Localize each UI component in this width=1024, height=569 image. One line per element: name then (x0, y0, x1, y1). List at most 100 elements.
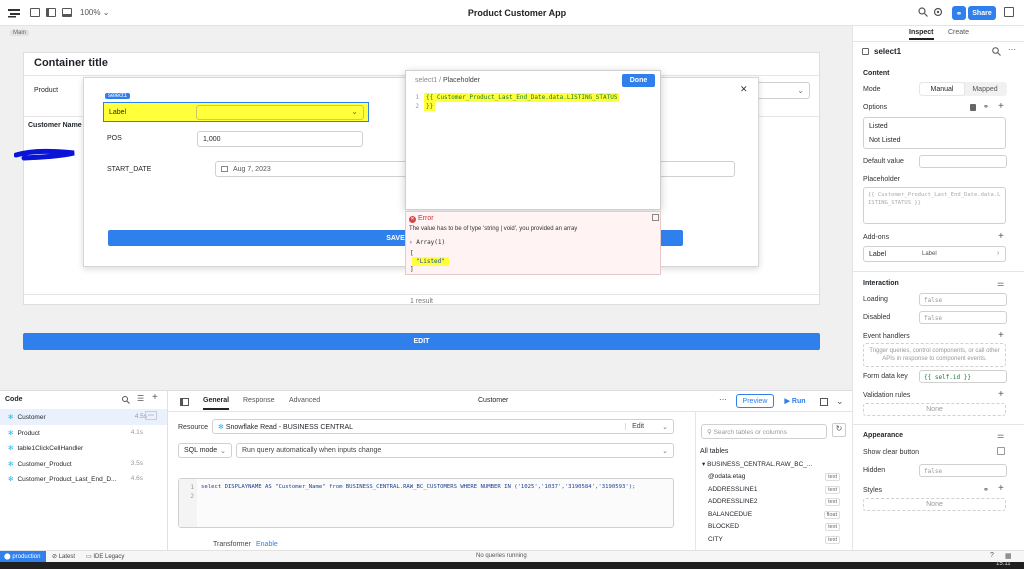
code-add-icon[interactable]: + (152, 392, 158, 403)
editor-line-2[interactable]: }} (424, 102, 436, 111)
column-row[interactable]: ADDRESSLINE2 text (696, 497, 853, 510)
event-handlers-add-icon[interactable]: + (998, 330, 1004, 341)
column-row[interactable]: @odata.etag text (696, 472, 853, 485)
column-list: @odata.etag text ADDRESSLINE1 text ADDRESSLI… (696, 472, 853, 547)
tab-response[interactable]: Response (243, 397, 275, 404)
panel-left-icon[interactable] (46, 8, 56, 17)
default-value-input[interactable] (919, 155, 1007, 168)
mode-select[interactable]: SQL mode ⌄ (178, 443, 232, 458)
sql-code[interactable]: select DISPLAYNAME AS "Customer_Name" fr… (201, 483, 635, 492)
validation-add-icon[interactable]: + (998, 389, 1004, 400)
addon-row[interactable]: Label Label › (863, 246, 1006, 262)
pos-input[interactable]: 1,000 (197, 131, 363, 147)
latest-tag[interactable]: ⊘ Latest (52, 553, 75, 560)
options-add-icon[interactable]: + (998, 101, 1004, 112)
gear-icon[interactable] (933, 7, 943, 17)
filter-icon[interactable]: ☰ (137, 394, 144, 403)
array-label[interactable]: › Array(1) (409, 239, 445, 246)
tab-general[interactable]: General (203, 397, 230, 410)
styles-link-icon[interactable]: ⚭ (983, 486, 989, 494)
edit-button[interactable]: EDIT (23, 333, 820, 350)
tables-search-input[interactable]: ⚲ Search tables or columns (701, 424, 827, 439)
validation-value[interactable]: None (863, 403, 1006, 416)
mode-mapped[interactable]: Mapped (964, 83, 1006, 95)
customer-name-header[interactable]: Customer Name (28, 122, 82, 129)
tab-advanced[interactable]: Advanced (289, 397, 320, 404)
option-item[interactable]: Listed (869, 123, 888, 130)
clock: 15:11 (996, 561, 1011, 567)
refresh-icon[interactable]: ↻ (832, 423, 846, 437)
inspector-tab-inspect[interactable]: Inspect (909, 29, 934, 40)
options-link-icon[interactable]: ⚭ (983, 103, 989, 111)
menu-icon[interactable] (8, 8, 20, 18)
query-name[interactable]: Customer (478, 397, 508, 404)
query-sidebar-icon[interactable] (180, 398, 189, 406)
more-icon[interactable] (1004, 7, 1014, 17)
link-button[interactable]: ⚭ (952, 6, 966, 20)
styles-value[interactable]: None (863, 498, 1006, 511)
inspector-more-icon[interactable]: ⋯ (1008, 45, 1016, 54)
zoom-level[interactable]: 100% ⌄ (80, 8, 109, 17)
options-trash-icon[interactable] (970, 104, 976, 111)
chevron-down-icon: ⌄ (220, 448, 226, 455)
disabled-input[interactable]: false (919, 311, 1007, 324)
share-button[interactable]: Share (968, 6, 996, 20)
interaction-settings-icon[interactable]: ⚌ (997, 279, 1004, 288)
code-list-item[interactable]: ✻ Customer 4.5s ⋯ (0, 409, 167, 425)
query-more-icon[interactable]: ⋯ (719, 395, 727, 404)
ide-legacy[interactable]: ▭ IDE Legacy (86, 553, 124, 560)
addons-label: Add-ons (863, 234, 890, 241)
run-mode-select[interactable]: Run query automatically when inputs chan… (236, 443, 674, 458)
code-list-item[interactable]: ✻ Customer_Product 3.5s (0, 456, 167, 472)
inspector-search-icon[interactable] (992, 47, 1001, 56)
column-row[interactable]: BALANCEDUE float (696, 510, 853, 523)
addons-add-icon[interactable]: + (998, 231, 1004, 242)
modal-close-icon[interactable]: ✕ (740, 84, 748, 95)
resource-select[interactable]: ✻ Snowflake Read - BUSINESS CENTRAL ⌄ Ed… (212, 419, 674, 434)
table-name[interactable]: ▾ BUSINESS_CENTRAL.RAW_BC_... (702, 460, 848, 468)
column-row[interactable]: BLOCKED text (696, 522, 853, 535)
select-input[interactable]: ⌄ (196, 105, 364, 120)
run-button[interactable]: ▶ Run (779, 394, 811, 408)
form-data-key-input[interactable]: {{ self.id }} (919, 370, 1007, 383)
addon-value: Label (922, 251, 937, 257)
chevron-right-icon: › (997, 250, 1000, 257)
status-help-icon[interactable]: ? (990, 552, 994, 559)
styles-add-icon[interactable]: + (998, 483, 1004, 494)
done-button[interactable]: Done (622, 74, 655, 87)
status-grid-icon[interactable]: ▦ (1005, 552, 1012, 560)
inspector-tab-create[interactable]: Create (948, 29, 969, 36)
search-icon[interactable] (918, 7, 928, 17)
column-row[interactable]: ADDRESSLINE1 text (696, 485, 853, 498)
code-list-item[interactable]: ✻ table1ClickCellHandler (0, 440, 167, 456)
layout-icon[interactable] (30, 8, 40, 17)
column-name: ADDRESSLINE2 (708, 498, 758, 505)
code-list-item[interactable]: ✻ Product 4.1s (0, 425, 167, 441)
editor-line-1[interactable]: {{ Customer_Product_Last_End_Date.data.L… (424, 93, 620, 102)
code-list-item[interactable]: ✻ Customer_Product_Last_End_D... 4.6s (0, 471, 167, 487)
preview-button[interactable]: Preview (736, 394, 774, 408)
product-select[interactable]: ⌄ (754, 82, 810, 99)
mode-manual[interactable]: Manual (920, 83, 964, 95)
transformer-enable-link[interactable]: Enable (256, 541, 278, 548)
results-count: 1 result (24, 294, 819, 305)
copy-icon[interactable] (652, 214, 659, 221)
expand-icon[interactable] (820, 398, 828, 406)
hidden-input[interactable]: false (919, 464, 1007, 477)
event-handlers-hint: Trigger queries, control components, or … (863, 343, 1006, 367)
loading-input[interactable]: false (919, 293, 1007, 306)
select1[interactable]: Label ⌄ (103, 102, 369, 122)
option-item[interactable]: Not Listed (869, 137, 901, 144)
more-icon[interactable]: ⋯ (145, 411, 157, 420)
environment-badge[interactable]: ⬤ production (0, 551, 46, 562)
column-row[interactable]: CITY text (696, 535, 853, 548)
resource-edit[interactable]: Edit (625, 423, 644, 430)
panel-bottom-icon[interactable] (62, 8, 72, 17)
placeholder-input[interactable]: {{ Customer_Product_Last_End_Date.data.L… (863, 187, 1006, 224)
show-clear-checkbox[interactable] (997, 447, 1005, 455)
close-panel-icon[interactable]: ⌄ (836, 396, 844, 407)
code-search-icon[interactable] (122, 396, 130, 404)
component-name[interactable]: select1 (874, 47, 901, 56)
sql-editor[interactable]: 12 select DISPLAYNAME AS "Customer_Name"… (178, 478, 674, 528)
appearance-settings-icon[interactable]: ⚌ (997, 431, 1004, 440)
